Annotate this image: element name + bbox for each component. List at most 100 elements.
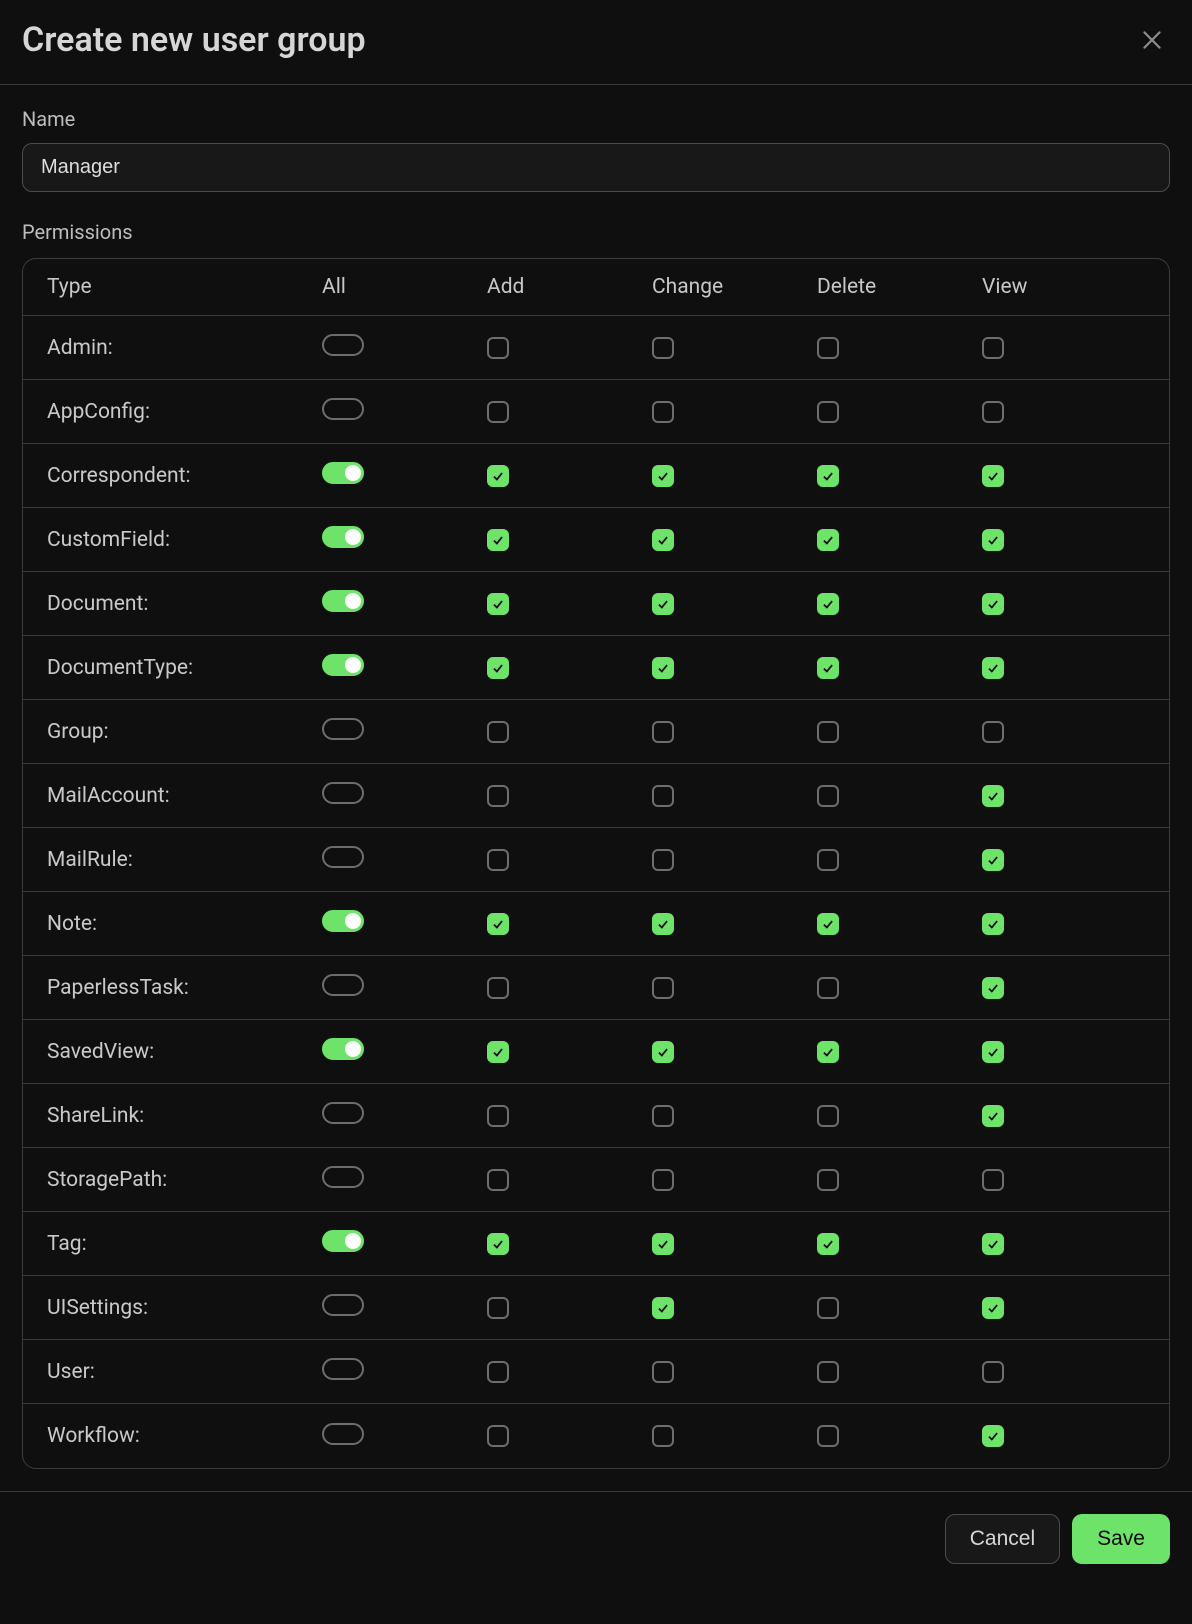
checkbox-change[interactable] (652, 337, 674, 359)
checkbox-delete[interactable] (817, 401, 839, 423)
checkbox-add[interactable] (487, 1361, 509, 1383)
checkbox-add[interactable] (487, 657, 509, 679)
checkbox-add[interactable] (487, 1233, 509, 1255)
checkbox-add[interactable] (487, 785, 509, 807)
cancel-button[interactable]: Cancel (945, 1514, 1060, 1564)
checkbox-view[interactable] (982, 337, 1004, 359)
checkbox-delete[interactable] (817, 657, 839, 679)
checkbox-delete[interactable] (817, 1361, 839, 1383)
checkbox-view[interactable] (982, 465, 1004, 487)
permission-type-label: Workflow: (47, 1424, 322, 1448)
checkbox-delete[interactable] (817, 1297, 839, 1319)
col-delete: Delete (817, 275, 982, 299)
checkbox-add[interactable] (487, 529, 509, 551)
checkbox-view[interactable] (982, 785, 1004, 807)
checkbox-add[interactable] (487, 721, 509, 743)
checkbox-change[interactable] (652, 785, 674, 807)
checkbox-delete[interactable] (817, 1105, 839, 1127)
checkbox-view[interactable] (982, 1297, 1004, 1319)
checkbox-view[interactable] (982, 1425, 1004, 1447)
checkbox-change[interactable] (652, 1297, 674, 1319)
checkbox-add[interactable] (487, 593, 509, 615)
checkbox-view[interactable] (982, 1233, 1004, 1255)
checkbox-delete[interactable] (817, 1233, 839, 1255)
checkbox-add[interactable] (487, 1425, 509, 1447)
checkbox-change[interactable] (652, 1105, 674, 1127)
toggle-all[interactable] (322, 1230, 364, 1252)
checkbox-add[interactable] (487, 1105, 509, 1127)
toggle-all[interactable] (322, 1294, 364, 1316)
checkbox-add[interactable] (487, 1297, 509, 1319)
checkbox-view[interactable] (982, 1105, 1004, 1127)
close-button[interactable] (1134, 22, 1170, 58)
toggle-all[interactable] (322, 1358, 364, 1380)
checkbox-delete[interactable] (817, 721, 839, 743)
checkbox-add[interactable] (487, 1169, 509, 1191)
toggle-all[interactable] (322, 526, 364, 548)
checkbox-delete[interactable] (817, 1041, 839, 1063)
checkbox-change[interactable] (652, 1233, 674, 1255)
permissions-header-row: Type All Add Change Delete View (23, 259, 1169, 316)
checkbox-add[interactable] (487, 977, 509, 999)
checkbox-view[interactable] (982, 1041, 1004, 1063)
toggle-all[interactable] (322, 1038, 364, 1060)
permission-type-label: Note: (47, 912, 322, 936)
checkbox-view[interactable] (982, 977, 1004, 999)
toggle-all[interactable] (322, 910, 364, 932)
checkbox-add[interactable] (487, 465, 509, 487)
checkbox-view[interactable] (982, 913, 1004, 935)
checkbox-add[interactable] (487, 849, 509, 871)
checkbox-change[interactable] (652, 1361, 674, 1383)
checkbox-change[interactable] (652, 1041, 674, 1063)
checkbox-change[interactable] (652, 1169, 674, 1191)
checkbox-change[interactable] (652, 977, 674, 999)
checkbox-delete[interactable] (817, 593, 839, 615)
checkbox-delete[interactable] (817, 337, 839, 359)
checkbox-change[interactable] (652, 593, 674, 615)
permission-row: UISettings: (23, 1276, 1169, 1340)
checkbox-delete[interactable] (817, 849, 839, 871)
checkbox-delete[interactable] (817, 913, 839, 935)
toggle-all[interactable] (322, 718, 364, 740)
checkbox-delete[interactable] (817, 785, 839, 807)
checkbox-view[interactable] (982, 1361, 1004, 1383)
checkbox-add[interactable] (487, 401, 509, 423)
checkbox-add[interactable] (487, 1041, 509, 1063)
toggle-all[interactable] (322, 1423, 364, 1445)
checkbox-view[interactable] (982, 529, 1004, 551)
name-input[interactable] (22, 143, 1170, 192)
checkbox-add[interactable] (487, 913, 509, 935)
checkbox-change[interactable] (652, 849, 674, 871)
toggle-all[interactable] (322, 398, 364, 420)
checkbox-change[interactable] (652, 721, 674, 743)
checkbox-add[interactable] (487, 337, 509, 359)
checkbox-delete[interactable] (817, 1425, 839, 1447)
checkbox-change[interactable] (652, 913, 674, 935)
toggle-all[interactable] (322, 590, 364, 612)
checkbox-view[interactable] (982, 1169, 1004, 1191)
checkbox-change[interactable] (652, 1425, 674, 1447)
toggle-all[interactable] (322, 782, 364, 804)
checkbox-change[interactable] (652, 401, 674, 423)
save-button[interactable]: Save (1072, 1514, 1170, 1564)
checkbox-change[interactable] (652, 529, 674, 551)
toggle-all[interactable] (322, 846, 364, 868)
checkbox-delete[interactable] (817, 529, 839, 551)
toggle-all[interactable] (322, 334, 364, 356)
checkbox-view[interactable] (982, 721, 1004, 743)
checkbox-view[interactable] (982, 849, 1004, 871)
toggle-all[interactable] (322, 654, 364, 676)
toggle-all[interactable] (322, 1102, 364, 1124)
checkbox-change[interactable] (652, 465, 674, 487)
toggle-all[interactable] (322, 462, 364, 484)
checkbox-delete[interactable] (817, 465, 839, 487)
checkbox-change[interactable] (652, 657, 674, 679)
checkbox-view[interactable] (982, 657, 1004, 679)
permission-type-label: StoragePath: (47, 1168, 322, 1192)
checkbox-delete[interactable] (817, 977, 839, 999)
checkbox-view[interactable] (982, 593, 1004, 615)
toggle-all[interactable] (322, 1166, 364, 1188)
checkbox-view[interactable] (982, 401, 1004, 423)
checkbox-delete[interactable] (817, 1169, 839, 1191)
toggle-all[interactable] (322, 974, 364, 996)
